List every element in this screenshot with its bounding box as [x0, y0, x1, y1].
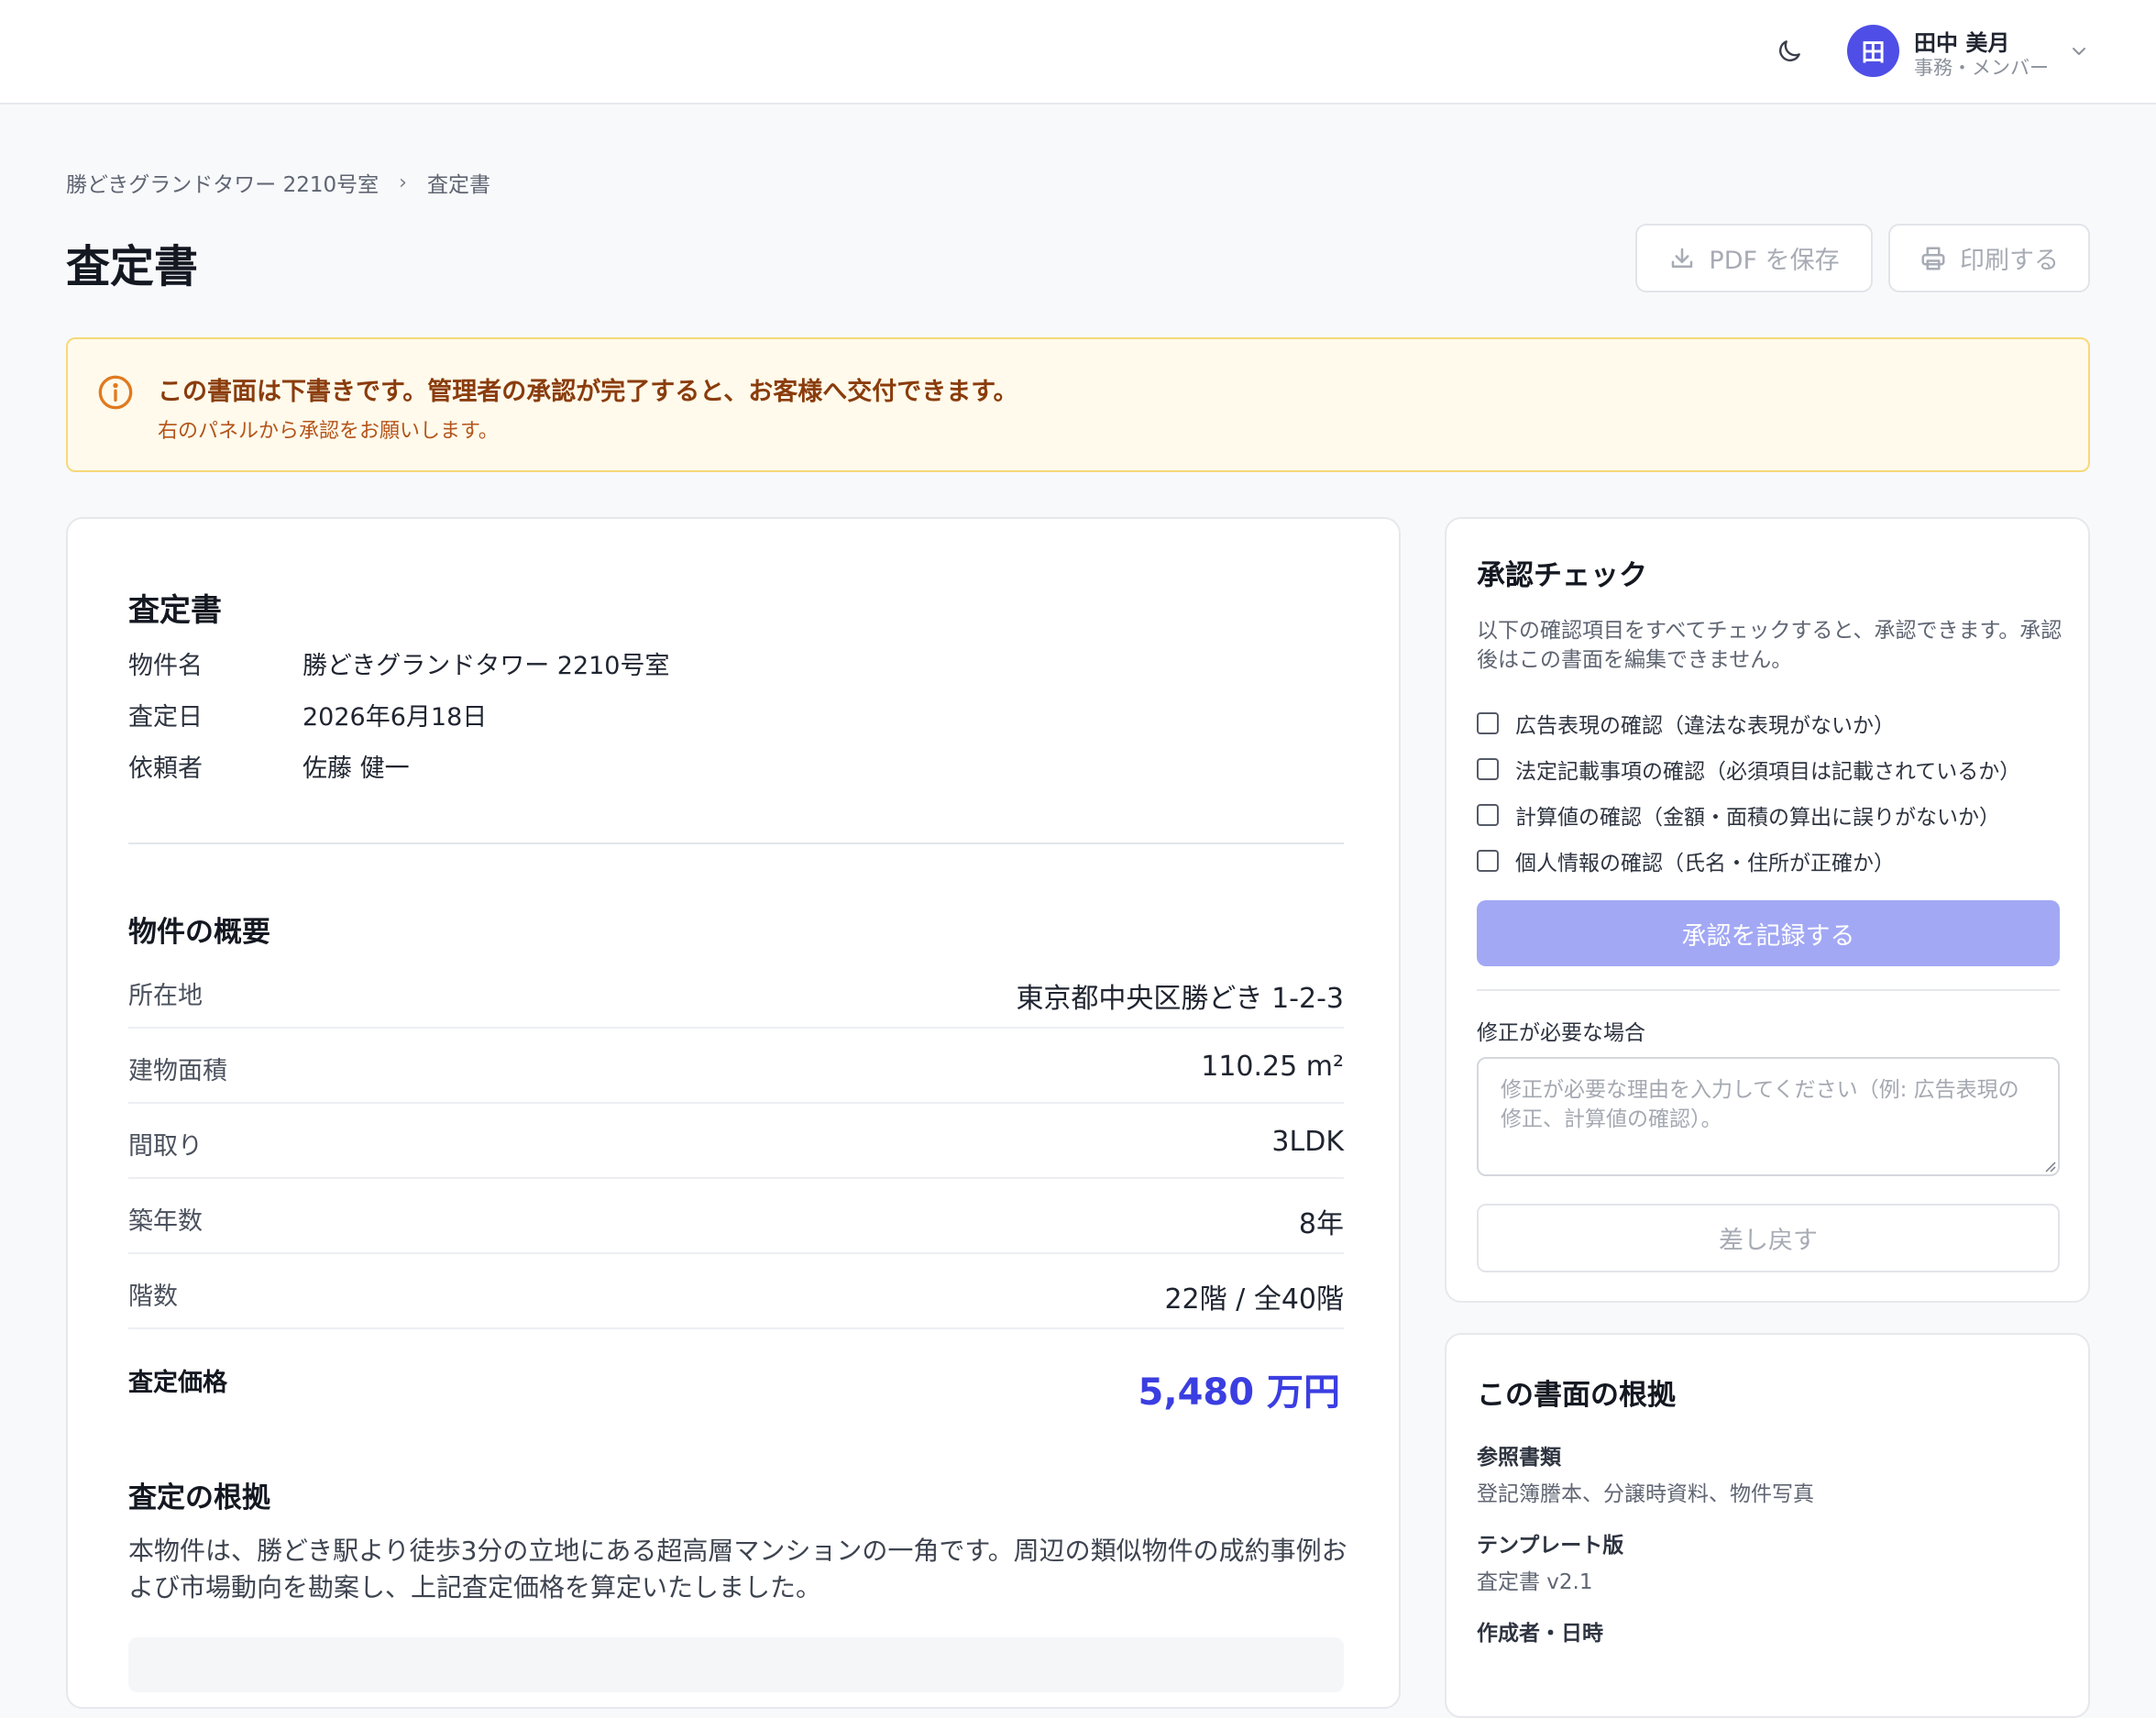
divider: [1477, 989, 2060, 991]
reason-input[interactable]: [1477, 1057, 2060, 1176]
overview-title: 物件の概要: [128, 916, 270, 949]
meta-row-date: 査定日 2026年6月18日: [128, 697, 487, 732]
spec-value: 22階 / 全40階: [1164, 1283, 1344, 1316]
draft-alert: この書面は下書きです。管理者の承認が完了すると、お客様へ交付できます。 右のパネ…: [66, 337, 2090, 472]
download-icon: [1672, 248, 1693, 268]
info-icon: [98, 375, 133, 410]
divider: [128, 842, 1344, 844]
meta-label: 査定日: [128, 703, 203, 732]
spec-value: 3LDK: [1271, 1126, 1344, 1158]
spec-value: 110.25 m²: [1201, 1051, 1344, 1083]
avatar[interactable]: 田: [1847, 25, 1899, 77]
document-title: 査定書: [128, 592, 222, 629]
resize-grip-icon[interactable]: [2043, 1160, 2056, 1173]
basis-title: 査定の根拠: [128, 1481, 270, 1514]
spec-label: 階数: [128, 1283, 178, 1311]
save-pdf-button[interactable]: PDF を保存: [1635, 224, 1873, 292]
approval-panel: 承認チェック 以下の確認項目をすべてチェックすると、承認できます。承認後はこの書…: [1445, 517, 2090, 1303]
check-label: 計算値の確認（金額・面積の算出に誤りがないか）: [1515, 806, 2000, 830]
spec-label: 築年数: [128, 1207, 203, 1236]
spec-label: 建物面積: [128, 1057, 227, 1085]
top-bar: 田 田中 美月 事務・メンバー: [0, 0, 2156, 105]
meta-label: 依頼者: [128, 754, 203, 783]
theme-toggle-button[interactable]: [1771, 33, 1808, 70]
meta-row-client: 依頼者 佐藤 健一: [128, 748, 410, 784]
document-card: 査定書 物件名 勝どきグランドタワー 2210号室 査定日 2026年6月18日 依…: [66, 517, 1401, 1709]
meta-row-property: 物件名 勝どきグランドタワー 2210号室: [128, 645, 670, 681]
breadcrumb-parent-link[interactable]: 勝どきグランドタワー 2210号室: [66, 167, 379, 198]
moon-icon: [1779, 40, 1800, 61]
spec-row: 階数 22階 / 全40階: [128, 1254, 1344, 1329]
record-approval-button[interactable]: 承認を記録する: [1477, 900, 2060, 966]
user-name[interactable]: 田中 美月: [1914, 25, 2009, 57]
basis-item-label: 参照書類: [1477, 1446, 1561, 1470]
approval-title: 承認チェック: [1477, 559, 1647, 592]
spec-label: 間取り: [128, 1132, 203, 1161]
meta-value: 勝どきグランドタワー 2210号室: [302, 652, 670, 680]
reference-box: [128, 1637, 1344, 1692]
checkbox[interactable]: [1477, 712, 1499, 734]
print-label: 印刷する: [1960, 247, 2059, 275]
fix-label: 修正が必要な場合: [1477, 1021, 1645, 1045]
checkbox[interactable]: [1477, 758, 1499, 780]
approval-description: 以下の確認項目をすべてチェックすると、承認できます。承認後はこの書面を編集できま…: [1477, 619, 2062, 672]
basis-item-label: 作成者・日時: [1477, 1622, 1603, 1646]
breadcrumb-separator: ›: [399, 171, 407, 194]
check-item-legal[interactable]: 法定記載事項の確認（必須項目は記載されているか）: [1477, 754, 2020, 785]
check-label: 広告表現の確認（違法な表現がないか）: [1515, 714, 1895, 738]
spec-value: 東京都中央区勝どき 1-2-3: [1016, 983, 1344, 1015]
alert-title: この書面は下書きです。管理者の承認が完了すると、お客様へ交付できます。: [158, 378, 1018, 406]
spec-label: 所在地: [128, 982, 203, 1010]
meta-value: 2026年6月18日: [302, 703, 488, 732]
check-item-calc[interactable]: 計算値の確認（金額・面積の算出に誤りがないか）: [1477, 799, 2000, 831]
spec-row: 所在地 東京都中央区勝どき 1-2-3: [128, 953, 1344, 1029]
check-item-privacy[interactable]: 個人情報の確認（氏名・住所が正確か）: [1477, 845, 1895, 876]
price-value: 5,480 万円: [1138, 1371, 1340, 1414]
basis-item-label: テンプレート版: [1477, 1534, 1624, 1558]
meta-label: 物件名: [128, 652, 203, 680]
check-item-ad[interactable]: 広告表現の確認（違法な表現がないか）: [1477, 708, 1895, 739]
spec-row: 築年数 8年: [128, 1179, 1344, 1254]
basis-panel-title: この書面の根拠: [1477, 1379, 1676, 1412]
basis-item-value: 登記簿謄本、分譲時資料、物件写真: [1477, 1482, 1814, 1506]
document-basis-panel: この書面の根拠 参照書類 登記簿謄本、分譲時資料、物件写真 テンプレート版 査定…: [1445, 1333, 2090, 1718]
check-label: 個人情報の確認（氏名・住所が正確か）: [1515, 852, 1895, 876]
chevron-down-icon[interactable]: [2068, 40, 2090, 62]
breadcrumb: 勝どきグランドタワー 2210号室 › 査定書: [66, 167, 490, 198]
printer-icon: [1921, 247, 1945, 270]
spec-row: 建物面積 110.25 m²: [128, 1029, 1344, 1104]
spec-row: 間取り 3LDK: [128, 1104, 1344, 1179]
checkbox[interactable]: [1477, 804, 1499, 826]
basis-text: 本物件は、勝どき駅より徒歩3分の立地にある超高層マンションの一角です。周辺の類似…: [128, 1536, 1348, 1602]
page-title: 査定書: [66, 241, 199, 292]
check-label: 法定記載事項の確認（必須項目は記載されているか）: [1515, 760, 2021, 784]
checkbox[interactable]: [1477, 850, 1499, 872]
price-label: 査定価格: [128, 1369, 227, 1397]
save-pdf-label: PDF を保存: [1709, 247, 1840, 275]
spec-value: 8年: [1298, 1208, 1344, 1240]
user-role: 事務・メンバー: [1914, 57, 2049, 79]
alert-subtitle: 右のパネルから承認をお願いします。: [158, 420, 499, 443]
basis-item-value: 査定書 v2.1: [1477, 1570, 1593, 1594]
breadcrumb-current: 査定書: [426, 173, 490, 197]
return-button[interactable]: 差し戻す: [1477, 1204, 2060, 1272]
meta-value: 佐藤 健一: [302, 754, 410, 783]
print-button[interactable]: 印刷する: [1888, 224, 2090, 292]
